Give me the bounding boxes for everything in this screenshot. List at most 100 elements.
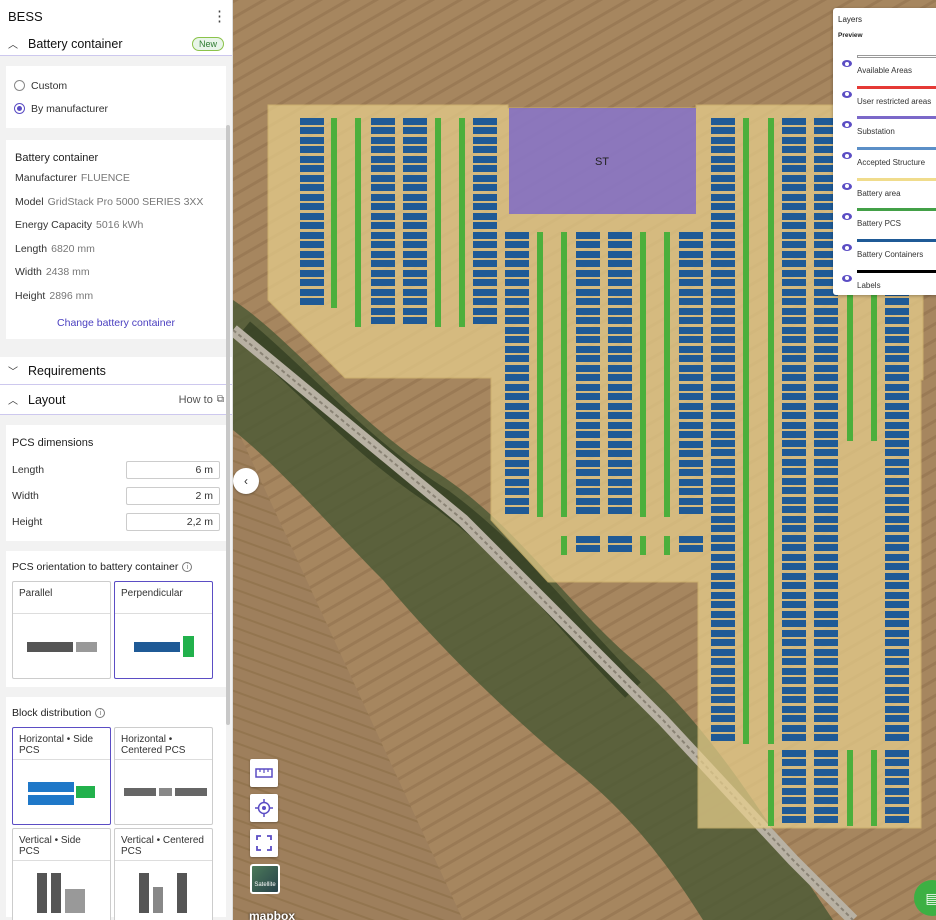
battery-container-block[interactable]	[679, 279, 703, 286]
battery-pcs-block[interactable]	[768, 118, 774, 137]
battery-container-block[interactable]	[782, 658, 806, 665]
battery-container-block[interactable]	[679, 327, 703, 334]
battery-pcs-block[interactable]	[664, 479, 670, 498]
battery-pcs-block[interactable]	[537, 270, 543, 289]
battery-container-block[interactable]	[711, 601, 735, 608]
battery-container-block[interactable]	[782, 516, 806, 523]
battery-container-block[interactable]	[300, 279, 324, 286]
battery-container-block[interactable]	[300, 165, 324, 172]
battery-pcs-block[interactable]	[640, 270, 646, 289]
battery-container-block[interactable]	[711, 497, 735, 504]
battery-container-block[interactable]	[711, 156, 735, 163]
battery-container-block[interactable]	[576, 507, 600, 514]
battery-pcs-block[interactable]	[355, 289, 361, 308]
battery-pcs-block[interactable]	[435, 270, 441, 289]
battery-container-block[interactable]	[782, 677, 806, 684]
battery-pcs-block[interactable]	[768, 687, 774, 706]
battery-container-block[interactable]	[608, 336, 632, 343]
battery-pcs-block[interactable]	[561, 536, 567, 555]
battery-container-block[interactable]	[711, 308, 735, 315]
battery-container-block[interactable]	[473, 308, 497, 315]
battery-container-block[interactable]	[814, 374, 838, 381]
measure-button[interactable]	[250, 759, 278, 787]
battery-container-block[interactable]	[679, 507, 703, 514]
battery-container-block[interactable]	[711, 696, 735, 703]
battery-pcs-block[interactable]	[355, 232, 361, 251]
battery-container-block[interactable]	[782, 620, 806, 627]
battery-container-block[interactable]	[608, 412, 632, 419]
map-view[interactable]: ST ‹ Satellite mapbox ▤	[233, 0, 936, 920]
battery-container-block[interactable]	[403, 203, 427, 210]
battery-pcs-block[interactable]	[768, 497, 774, 516]
battery-pcs-block[interactable]	[768, 611, 774, 630]
battery-container-block[interactable]	[711, 582, 735, 589]
info-icon[interactable]: i	[182, 562, 193, 573]
battery-pcs-block[interactable]	[355, 194, 361, 213]
battery-container-block[interactable]	[576, 289, 600, 296]
battery-container-block[interactable]	[711, 393, 735, 400]
battery-pcs-block[interactable]	[768, 213, 774, 232]
battery-container-block[interactable]	[711, 355, 735, 362]
battery-container-block[interactable]	[711, 127, 735, 134]
battery-container-block[interactable]	[885, 611, 909, 618]
battery-container-block[interactable]	[782, 554, 806, 561]
battery-container-block[interactable]	[814, 759, 838, 766]
battery-pcs-block[interactable]	[871, 769, 877, 788]
battery-container-block[interactable]	[679, 488, 703, 495]
battery-container-block[interactable]	[885, 563, 909, 570]
battery-pcs-block[interactable]	[537, 498, 543, 517]
battery-container-block[interactable]	[782, 797, 806, 804]
battery-pcs-block[interactable]	[664, 441, 670, 460]
battery-pcs-block[interactable]	[640, 479, 646, 498]
pcs-length-input[interactable]: 6 m	[126, 461, 220, 479]
battery-container-block[interactable]	[608, 298, 632, 305]
battery-container-block[interactable]	[300, 232, 324, 239]
battery-container-block[interactable]	[608, 327, 632, 334]
sidebar-scrollbar[interactable]	[226, 125, 230, 725]
battery-container-block[interactable]	[300, 137, 324, 144]
option-vertical-centered-pcs[interactable]: Vertical • Centered PCS	[114, 828, 213, 920]
battery-pcs-block[interactable]	[459, 175, 465, 194]
battery-container-block[interactable]	[814, 308, 838, 315]
battery-pcs-block[interactable]	[871, 403, 877, 422]
battery-container-block[interactable]	[473, 270, 497, 277]
battery-container-block[interactable]	[782, 260, 806, 267]
battery-container-block[interactable]	[505, 355, 529, 362]
battery-container-block[interactable]	[711, 317, 735, 324]
battery-pcs-block[interactable]	[768, 327, 774, 346]
battery-container-block[interactable]	[782, 478, 806, 485]
battery-pcs-block[interactable]	[847, 769, 853, 788]
battery-pcs-block[interactable]	[537, 460, 543, 479]
battery-container-block[interactable]	[300, 260, 324, 267]
battery-container-block[interactable]	[782, 365, 806, 372]
battery-container-block[interactable]	[473, 175, 497, 182]
battery-container-block[interactable]	[679, 270, 703, 277]
battery-pcs-block[interactable]	[561, 460, 567, 479]
battery-pcs-block[interactable]	[743, 213, 749, 232]
battery-container-block[interactable]	[711, 563, 735, 570]
battery-container-block[interactable]	[814, 816, 838, 823]
battery-container-block[interactable]	[505, 393, 529, 400]
battery-pcs-block[interactable]	[640, 232, 646, 251]
battery-container-block[interactable]	[885, 535, 909, 542]
battery-pcs-block[interactable]	[459, 156, 465, 175]
battery-container-block[interactable]	[885, 346, 909, 353]
battery-container-block[interactable]	[608, 346, 632, 353]
battery-pcs-block[interactable]	[847, 327, 853, 346]
battery-container-block[interactable]	[814, 336, 838, 343]
battery-container-block[interactable]	[885, 412, 909, 419]
battery-container-block[interactable]	[300, 289, 324, 296]
battery-container-block[interactable]	[473, 298, 497, 305]
battery-container-block[interactable]	[576, 431, 600, 438]
battery-container-block[interactable]	[473, 137, 497, 144]
battery-pcs-block[interactable]	[743, 725, 749, 744]
battery-container-block[interactable]	[505, 279, 529, 286]
battery-container-block[interactable]	[885, 725, 909, 732]
battery-container-block[interactable]	[679, 479, 703, 486]
battery-pcs-block[interactable]	[743, 194, 749, 213]
battery-container-block[interactable]	[814, 468, 838, 475]
battery-container-block[interactable]	[782, 687, 806, 694]
eye-icon[interactable]	[842, 244, 852, 252]
battery-container-block[interactable]	[473, 118, 497, 125]
battery-container-block[interactable]	[885, 440, 909, 447]
